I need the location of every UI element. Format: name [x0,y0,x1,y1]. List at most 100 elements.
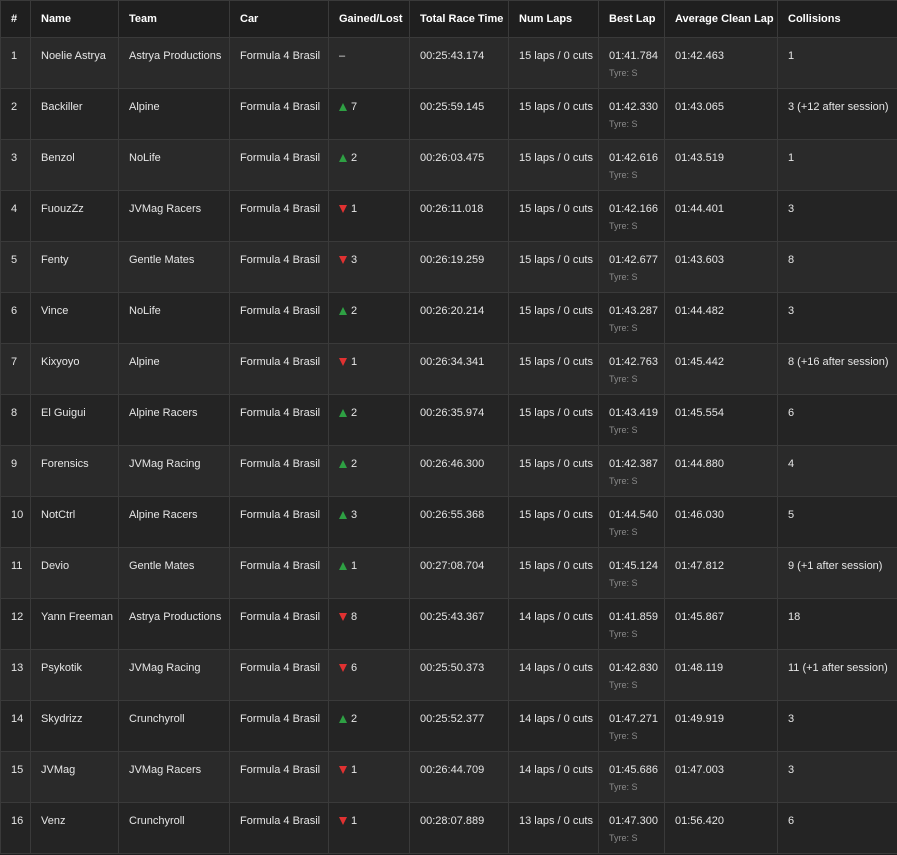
driver-name: Fenty [41,254,69,266]
driver-name-cell: Kixyoyo [30,343,119,395]
car-name-cell: Formula 4 Brasil [229,394,329,446]
arrow-up-icon [339,154,347,162]
average-clean-lap-cell: 01:45.442 [664,343,778,395]
gained-lost-cell: 8 [328,598,410,650]
driver-name: Venz [41,815,66,827]
driver-name: Noelie Astrya [41,50,106,62]
car-name-cell: Formula 4 Brasil [229,445,329,497]
gained-lost: – [339,39,409,64]
column-header-total-race-time[interactable]: Total Race Time [409,0,509,38]
team-name: NoLife [129,152,161,164]
table-row[interactable]: 10 NotCtrl Alpine Racers Formula 4 Brasil 3 0… [0,496,897,548]
car-name: Formula 4 Brasil [240,560,321,572]
num-laps: 15 laps / 0 cuts [519,458,593,470]
tyre-label: Tyre: S [609,119,638,129]
driver-name-cell: Yann Freeman [30,598,119,650]
table-row[interactable]: 13 Psykotik JVMag Racing Formula 4 Brasil 6 0… [0,649,897,701]
team-name: Alpine [129,356,160,368]
driver-name-cell: Venz [30,802,119,854]
tyre-label: Tyre: S [609,629,638,639]
collisions: 3 [788,203,795,215]
collisions: 1 [788,152,795,164]
team-name: Astrya Productions [129,50,222,62]
total-race-time-cell: 00:28:07.889 [409,802,509,854]
car-name-cell: Formula 4 Brasil [229,190,329,242]
tyre-label: Tyre: S [609,476,638,486]
car-name-cell: Formula 4 Brasil [229,343,329,395]
table-row[interactable]: 8 El Guigui Alpine Racers Formula 4 Brasil 2… [0,394,897,446]
collisions: 3 [788,764,795,776]
total-race-time-cell: 00:27:08.704 [409,547,509,599]
num-laps: 15 laps / 0 cuts [519,560,593,572]
tyre-label: Tyre: S [609,578,638,588]
driver-name: Skydrizz [41,713,83,725]
car-name: Formula 4 Brasil [240,305,321,317]
gained-lost: 3 [339,243,409,268]
best-lap-cell: 01:42.616 Tyre: S [598,139,665,191]
driver-name: Backiller [41,101,83,113]
tyre-label: Tyre: S [609,170,638,180]
arrow-down-icon [339,358,347,366]
table-row[interactable]: 12 Yann Freeman Astrya Productions Formula … [0,598,897,650]
position-delta: 2 [351,305,358,317]
table-row[interactable]: 14 Skydrizz Crunchyroll Formula 4 Brasil 2 00… [0,700,897,752]
team-name: Alpine Racers [129,509,198,521]
total-race-time-cell: 00:25:43.174 [409,37,509,89]
collisions-cell: 8 [777,241,897,293]
column-header-gained-lost[interactable]: Gained/Lost [328,0,410,38]
gained-lost: 1 [339,345,409,370]
table-row[interactable]: 11 Devio Gentle Mates Formula 4 Brasil 1 00:2… [0,547,897,599]
position-cell: 11 [0,547,31,599]
team-name-cell: Astrya Productions [118,37,230,89]
average-clean-lap: 01:49.919 [675,713,724,725]
driver-name-cell: Skydrizz [30,700,119,752]
table-row[interactable]: 4 FuouzZz JVMag Racers Formula 4 Brasil 1 00:… [0,190,897,242]
column-header-best-lap[interactable]: Best Lap [598,0,665,38]
num-laps: 15 laps / 0 cuts [519,254,593,266]
table-row[interactable]: 16 Venz Crunchyroll Formula 4 Brasil 1 00:28:… [0,802,897,854]
column-header-average-clean-lap[interactable]: Average Clean Lap [664,0,778,38]
table-row[interactable]: 9 Forensics JVMag Racing Formula 4 Brasil 2 0… [0,445,897,497]
average-clean-lap-cell: 01:44.880 [664,445,778,497]
collisions-cell: 3 [777,292,897,344]
table-row[interactable]: 15 JVMag JVMag Racers Formula 4 Brasil 1 00:2… [0,751,897,803]
average-clean-lap-cell: 01:44.482 [664,292,778,344]
table-row[interactable]: 5 Fenty Gentle Mates Formula 4 Brasil 3 00:26… [0,241,897,293]
total-race-time: 00:26:34.341 [420,356,485,368]
position: 7 [11,356,18,368]
gained-lost-cell: 2 [328,445,410,497]
best-lap: 01:42.830 [609,662,658,674]
column-header-car[interactable]: Car [229,0,329,38]
car-name: Formula 4 Brasil [240,509,321,521]
arrow-down-icon [339,766,347,774]
average-clean-lap: 01:56.420 [675,815,724,827]
table-row[interactable]: 7 Kixyoyo Alpine Formula 4 Brasil 1 00:26:34.… [0,343,897,395]
team-name: JVMag Racing [129,662,201,674]
driver-name: El Guigui [41,407,86,419]
car-name: Formula 4 Brasil [240,764,321,776]
driver-name-cell: JVMag [30,751,119,803]
column-header-name[interactable]: Name [30,0,119,38]
position: 16 [11,815,24,827]
column-header-team[interactable]: Team [118,0,230,38]
collisions-cell: 6 [777,802,897,854]
driver-name-cell: Benzol [30,139,119,191]
table-row[interactable]: 3 Benzol NoLife Formula 4 Brasil 2 00:26:03.4… [0,139,897,191]
driver-name-cell: Devio [30,547,119,599]
table-row[interactable]: 1 Noelie Astrya Astrya Productions Formula … [0,37,897,89]
collisions: 18 [788,611,801,623]
column-header-num-laps[interactable]: Num Laps [508,0,599,38]
column-header-position[interactable]: # [0,0,31,38]
average-clean-lap-cell: 01:44.401 [664,190,778,242]
column-header-collisions[interactable]: Collisions [777,0,897,38]
table-row[interactable]: 2 Backiller Alpine Formula 4 Brasil 7 00:25:5… [0,88,897,140]
gained-lost-cell: 1 [328,190,410,242]
best-lap: 01:42.677 [609,254,658,266]
total-race-time: 00:26:03.475 [420,152,485,164]
num-laps: 14 laps / 0 cuts [519,662,593,674]
car-name-cell: Formula 4 Brasil [229,496,329,548]
position-cell: 13 [0,649,31,701]
num-laps: 14 laps / 0 cuts [519,764,593,776]
team-name: Gentle Mates [129,560,195,572]
table-row[interactable]: 6 Vince NoLife Formula 4 Brasil 2 00:26:20.21… [0,292,897,344]
